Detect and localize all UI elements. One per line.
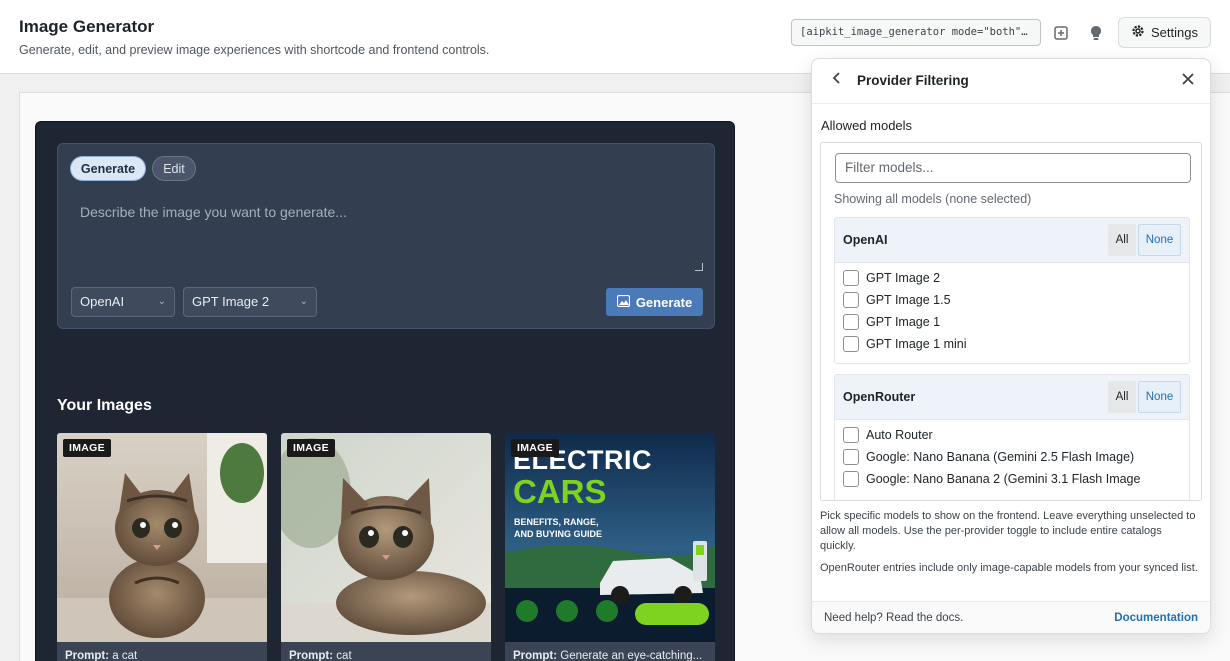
prompt-text: a cat xyxy=(112,650,138,661)
provider-filtering-panel: Provider Filtering Allowed models Filter… xyxy=(811,58,1211,634)
image-card[interactable]: ELECTRIC CARS BENEFITS, RANGE, AND BUYIN… xyxy=(505,433,715,661)
checkbox[interactable] xyxy=(843,336,859,352)
provider-name: OpenAI xyxy=(843,233,888,247)
poster-tagline-2: AND BUYING GUIDE xyxy=(514,529,603,539)
checkbox[interactable] xyxy=(843,471,859,487)
prompt-textarea[interactable]: Describe the image you want to generate.… xyxy=(70,196,703,271)
resize-grip-icon[interactable] xyxy=(695,263,703,271)
image-card[interactable]: IMAGE Prompt: a cat xyxy=(57,433,267,661)
model-option[interactable]: Google: Nano Banana 2 (Gemini 3.1 Flash … xyxy=(835,468,1189,490)
select-none-button[interactable]: None xyxy=(1138,224,1181,256)
kitten-image xyxy=(57,433,267,642)
model-label: Google: Nano Banana 2 (Gemini 3.1 Flash … xyxy=(866,472,1141,486)
settings-label: Settings xyxy=(1151,25,1198,40)
help-text-secondary: OpenRouter entries include only image-ca… xyxy=(820,562,1198,574)
checkbox[interactable] xyxy=(843,292,859,308)
select-none-button[interactable]: None xyxy=(1138,381,1181,413)
card-prompt: Prompt: cat xyxy=(289,650,352,661)
provider-header: OpenRouter All None xyxy=(835,375,1189,420)
model-select-value: GPT Image 2 xyxy=(192,294,270,309)
model-option[interactable]: GPT Image 1 mini xyxy=(835,333,1189,355)
showing-status: Showing all models (none selected) xyxy=(834,192,1032,206)
layout-icon[interactable] xyxy=(1048,20,1074,46)
model-option[interactable]: Google: Nano Banana (Gemini 2.5 Flash Im… xyxy=(835,446,1189,468)
image-generator-app: Generate Edit Describe the image you wan… xyxy=(35,121,735,661)
kitten-image xyxy=(281,433,491,642)
tab-generate[interactable]: Generate xyxy=(70,156,146,181)
model-option[interactable]: GPT Image 1 xyxy=(835,311,1189,333)
model-label: GPT Image 1 xyxy=(866,315,941,329)
shortcode-field[interactable]: [aipkit_image_generator mode="both" ... xyxy=(791,19,1041,46)
model-option[interactable]: GPT Image 1.5 xyxy=(835,289,1189,311)
model-label: GPT Image 2 xyxy=(866,271,941,285)
provider-select[interactable]: OpenAI ⌄ xyxy=(71,287,175,317)
model-option[interactable]: Auto Router xyxy=(835,424,1189,446)
help-text-primary: Pick specific models to show on the fron… xyxy=(820,510,1196,552)
footer-help-text: Need help? Read the docs. xyxy=(824,612,964,624)
image-badge: IMAGE xyxy=(511,439,559,457)
allowed-models-label: Allowed models xyxy=(821,118,913,133)
poster-subtitle: CARS xyxy=(513,473,607,510)
image-icon xyxy=(616,294,630,310)
gear-icon xyxy=(1131,24,1145,41)
model-select[interactable]: GPT Image 2 ⌄ xyxy=(183,287,317,317)
poster-tagline-1: BENEFITS, RANGE, xyxy=(514,517,599,527)
checkbox[interactable] xyxy=(843,314,859,330)
filter-models-input[interactable]: Filter models... xyxy=(835,153,1191,183)
settings-button[interactable]: Settings xyxy=(1118,17,1211,48)
page-title: Image Generator xyxy=(19,17,155,36)
page-subtitle: Generate, edit, and preview image experi… xyxy=(19,43,490,57)
electric-cars-poster: ELECTRIC CARS BENEFITS, RANGE, AND BUYIN… xyxy=(505,433,715,642)
close-icon[interactable] xyxy=(1182,70,1194,90)
select-all-button[interactable]: All xyxy=(1108,381,1136,413)
checkbox[interactable] xyxy=(843,449,859,465)
models-list[interactable]: Filter models... Showing all models (non… xyxy=(820,142,1202,501)
generate-button[interactable]: Generate xyxy=(606,288,703,316)
provider-name: OpenRouter xyxy=(843,390,916,404)
checkbox[interactable] xyxy=(843,427,859,443)
card-prompt: Prompt: Generate an eye-catching... xyxy=(513,650,702,661)
model-label: GPT Image 1 mini xyxy=(866,337,967,351)
model-label: GPT Image 1.5 xyxy=(866,293,951,307)
provider-group-openai: OpenAI All None GPT Image 2 GPT Image 1.… xyxy=(834,217,1190,364)
chevron-down-icon: ⌄ xyxy=(157,296,166,307)
panel-footer: Need help? Read the docs. Documentation xyxy=(812,601,1210,633)
lightbulb-icon[interactable] xyxy=(1083,20,1109,46)
panel-header: Provider Filtering xyxy=(812,59,1210,104)
model-label: Auto Router xyxy=(866,428,933,442)
prompt-text: Generate an eye-catching... xyxy=(560,650,703,661)
provider-header: OpenAI All None xyxy=(835,218,1189,263)
tab-edit[interactable]: Edit xyxy=(152,156,196,181)
provider-select-value: OpenAI xyxy=(80,294,125,309)
prompt-label: Prompt: xyxy=(289,650,334,661)
image-card[interactable]: IMAGE Prompt: cat xyxy=(281,433,491,661)
composer: Generate Edit Describe the image you wan… xyxy=(57,143,715,329)
provider-group-openrouter: OpenRouter All None Auto Router Google: … xyxy=(834,374,1190,500)
chevron-down-icon: ⌄ xyxy=(299,296,308,307)
checkbox[interactable] xyxy=(843,270,859,286)
card-prompt: Prompt: a cat xyxy=(65,650,137,661)
select-all-button[interactable]: All xyxy=(1108,224,1136,256)
documentation-link[interactable]: Documentation xyxy=(1114,612,1198,624)
model-label: Google: Nano Banana (Gemini 2.5 Flash Im… xyxy=(866,450,1135,464)
image-badge: IMAGE xyxy=(63,439,111,457)
prompt-label: Prompt: xyxy=(513,650,558,661)
panel-title: Provider Filtering xyxy=(857,73,969,88)
prompt-label: Prompt: xyxy=(65,650,110,661)
chevron-left-icon[interactable] xyxy=(832,71,842,90)
prompt-text: cat xyxy=(336,650,352,661)
gallery-heading: Your Images xyxy=(57,397,152,414)
prompt-placeholder: Describe the image you want to generate.… xyxy=(80,204,347,220)
image-badge: IMAGE xyxy=(287,439,335,457)
model-option[interactable]: GPT Image 2 xyxy=(835,267,1189,289)
generate-label: Generate xyxy=(635,294,693,310)
